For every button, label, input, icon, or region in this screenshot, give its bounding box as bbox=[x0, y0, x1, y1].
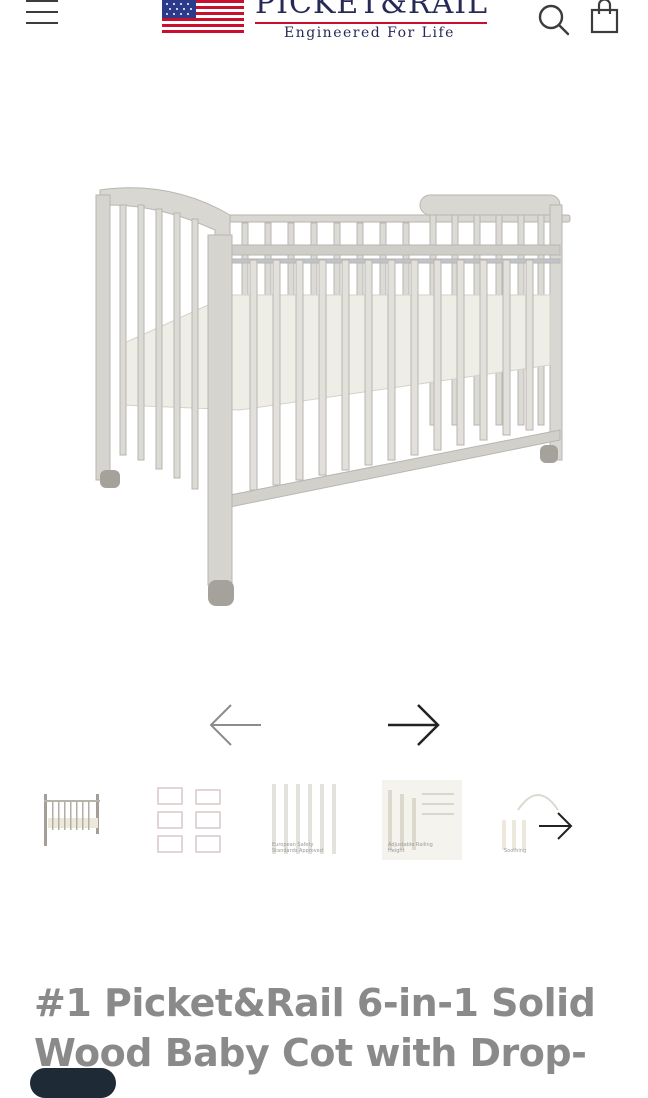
shopping-bag-icon[interactable] bbox=[590, 0, 620, 36]
brand-divider bbox=[255, 22, 487, 24]
product-title: #1 Picket&Rail 6-in-1 Solid Wood Baby Co… bbox=[34, 981, 596, 1075]
hamburger-menu-icon bbox=[26, 0, 58, 2]
thumbnail-4[interactable]: Adjustable Railing Height bbox=[382, 780, 462, 860]
hamburger-line bbox=[26, 22, 58, 24]
thumbnail-caption: Soothing bbox=[504, 848, 527, 854]
arrow-right-icon[interactable] bbox=[384, 703, 444, 747]
thumbnail-caption: Adjustable Railing Height bbox=[388, 842, 433, 854]
cot-modes-thumbnail bbox=[157, 787, 221, 853]
thumbnail-caption: European Safety Standards Approved bbox=[272, 842, 323, 854]
hamburger-line bbox=[26, 11, 58, 13]
us-flag-icon bbox=[162, 0, 244, 36]
thumbnail-2[interactable] bbox=[150, 780, 230, 860]
baby-cot-thumbnail bbox=[44, 794, 100, 846]
arrow-right-icon[interactable] bbox=[536, 806, 576, 846]
chat-button[interactable] bbox=[30, 1068, 116, 1098]
arrow-left-icon[interactable] bbox=[205, 703, 265, 747]
brand-tagline: Engineered For Life bbox=[284, 25, 455, 41]
thumbnail-1[interactable] bbox=[34, 780, 114, 860]
brand-logo[interactable]: PICKET&RAIL Engineered For Life bbox=[160, 0, 490, 46]
thumbnail-3[interactable]: European Safety Standards Approved bbox=[266, 780, 346, 860]
baby-cot-photo[interactable] bbox=[80, 175, 580, 615]
menu-button[interactable] bbox=[26, 0, 60, 30]
brand-name: PICKET&RAIL bbox=[255, 0, 489, 21]
search-icon[interactable] bbox=[536, 0, 572, 36]
